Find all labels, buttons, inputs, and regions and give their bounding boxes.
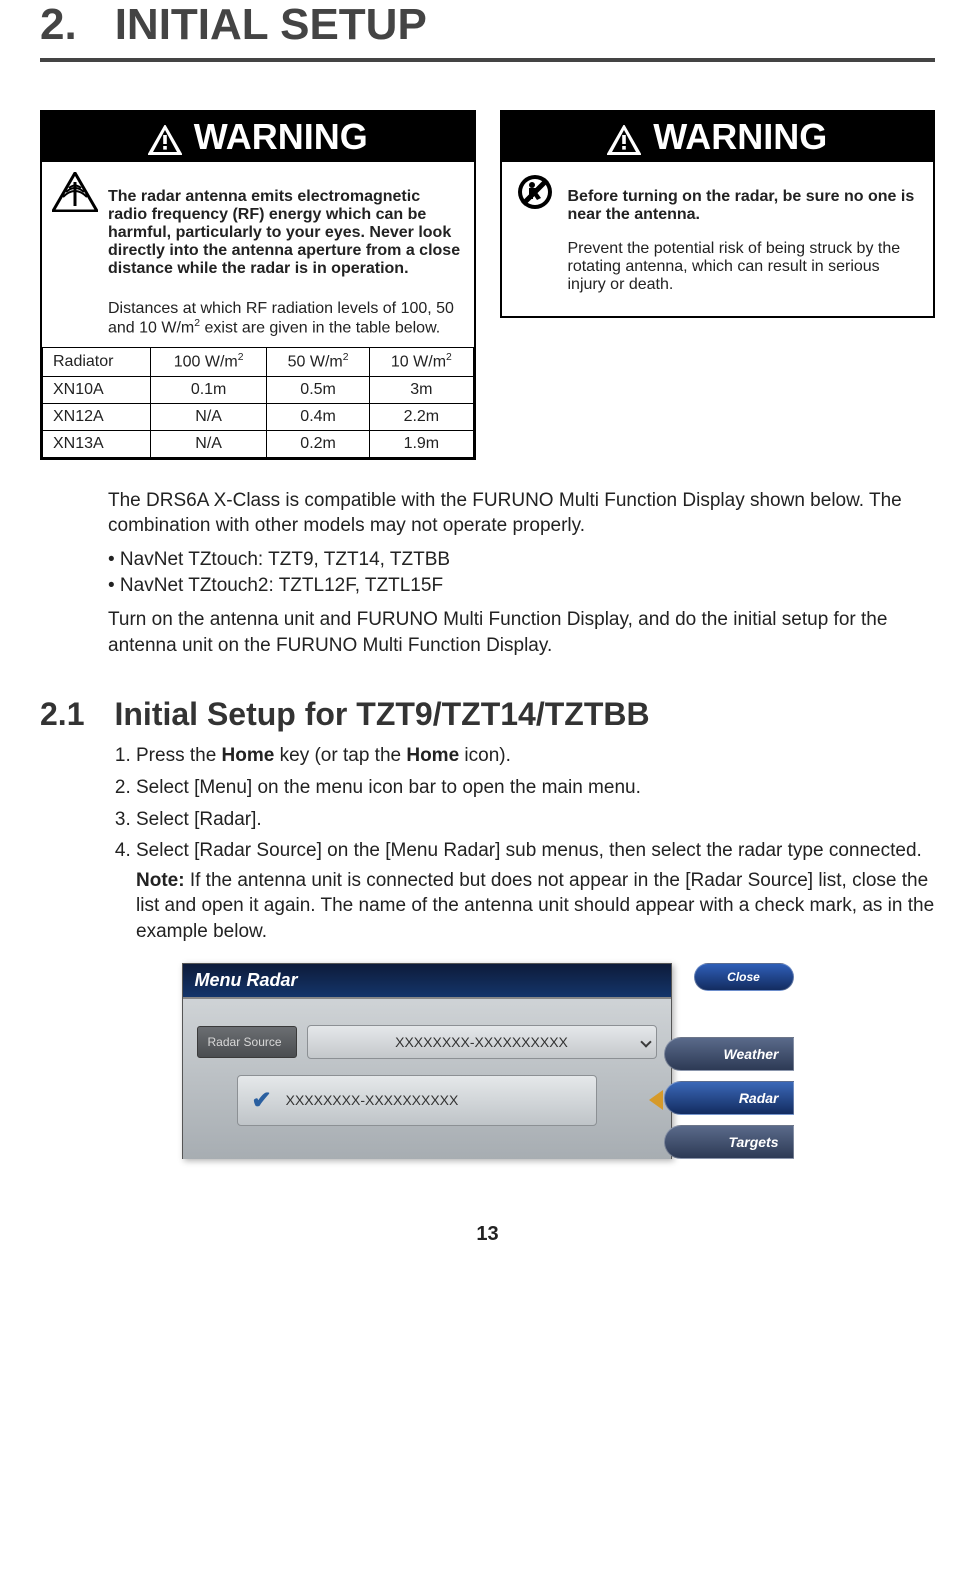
chapter-title: INITIAL SETUP xyxy=(115,0,427,50)
prohibit-icon xyxy=(512,172,558,212)
radar-source-label: Radar Source xyxy=(197,1026,297,1058)
tab-weather[interactable]: Weather xyxy=(664,1037,794,1071)
warning-antenna-bold: Before turning on the radar, be sure no … xyxy=(568,188,922,224)
radar-source-row[interactable]: Radar Source XXXXXXXX-XXXXXXXXXX xyxy=(197,1025,657,1059)
chevron-down-icon xyxy=(640,1036,651,1047)
table-row: XN13AN/A0.2m1.9m xyxy=(43,430,474,457)
tab-targets[interactable]: Targets xyxy=(664,1125,794,1159)
step-3: Select [Radar]. xyxy=(136,807,935,833)
warning-label: WARNING xyxy=(653,116,827,158)
subchapter-heading: 2.1 Initial Setup for TZT9/TZT14/TZTBB xyxy=(40,696,935,733)
tab-radar[interactable]: Radar xyxy=(664,1081,794,1115)
radar-source-option[interactable]: ✔ XXXXXXXX-XXXXXXXXXX xyxy=(237,1075,597,1126)
compat-list: • NavNet TZtouch: TZT9, TZT14, TZTBB • Na… xyxy=(108,549,935,597)
warning-rf-text: The radar antenna emits electromagnetic … xyxy=(108,188,462,278)
page-number: 13 xyxy=(40,1223,935,1246)
warning-header: WARNING xyxy=(42,112,474,162)
table-header: 10 W/m2 xyxy=(370,348,473,376)
setup-steps: Press the Home key (or tap the Home icon… xyxy=(108,743,935,944)
warning-box-rf: WARNING The radar antenna emits electrom… xyxy=(40,110,476,460)
close-button[interactable]: Close xyxy=(694,963,794,991)
compat-intro: The DRS6A X-Class is compatible with the… xyxy=(108,488,935,539)
radar-source-value[interactable]: XXXXXXXX-XXXXXXXXXX xyxy=(307,1025,657,1059)
step-4: Select [Radar Source] on the [Menu Radar… xyxy=(136,838,935,945)
warning-rf-subtext: Distances at which RF radiation levels o… xyxy=(42,300,474,347)
table-row: XN12AN/A0.4m2.2m xyxy=(43,403,474,430)
table-header: 50 W/m2 xyxy=(266,348,369,376)
subchapter-number: 2.1 xyxy=(40,696,84,733)
warning-header: WARNING xyxy=(502,112,934,162)
compat-outro: Turn on the antenna unit and FURUNO Mult… xyxy=(108,607,935,658)
warning-antenna-body: Prevent the potential risk of being stru… xyxy=(568,240,922,294)
warning-box-antenna: WARNING Before turning on the radar, be … xyxy=(500,110,936,318)
warning-icon xyxy=(148,122,182,152)
list-item: • NavNet TZtouch: TZT9, TZT14, TZTBB xyxy=(108,549,935,571)
table-row: XN10A0.1m0.5m3m xyxy=(43,376,474,403)
menu-radar-figure: Menu Radar Radar Source XXXXXXXX-XXXXXXX… xyxy=(182,963,794,1163)
table-header: Radiator xyxy=(43,348,151,376)
chapter-heading: 2. INITIAL SETUP xyxy=(40,0,935,62)
menu-title: Menu Radar xyxy=(183,964,671,999)
list-item: • NavNet TZtouch2: TZTL12F, TZTL15F xyxy=(108,575,935,597)
warning-label: WARNING xyxy=(194,116,368,158)
table-header: 100 W/m2 xyxy=(151,348,267,376)
chapter-number: 2. xyxy=(40,0,77,50)
side-tab-panel: Close Weather Radar Targets xyxy=(664,963,794,1159)
rf-distance-table: Radiator100 W/m250 W/m210 W/m2 XN10A0.1m… xyxy=(42,347,474,457)
rf-hazard-icon xyxy=(52,172,98,212)
warning-icon xyxy=(607,122,641,152)
check-icon: ✔ xyxy=(252,1086,272,1115)
step-2: Select [Menu] on the menu icon bar to op… xyxy=(136,775,935,801)
subchapter-title: Initial Setup for TZT9/TZT14/TZTBB xyxy=(114,696,649,733)
menu-radar-pane: Menu Radar Radar Source XXXXXXXX-XXXXXXX… xyxy=(182,963,672,1159)
step-1: Press the Home key (or tap the Home icon… xyxy=(136,743,935,769)
